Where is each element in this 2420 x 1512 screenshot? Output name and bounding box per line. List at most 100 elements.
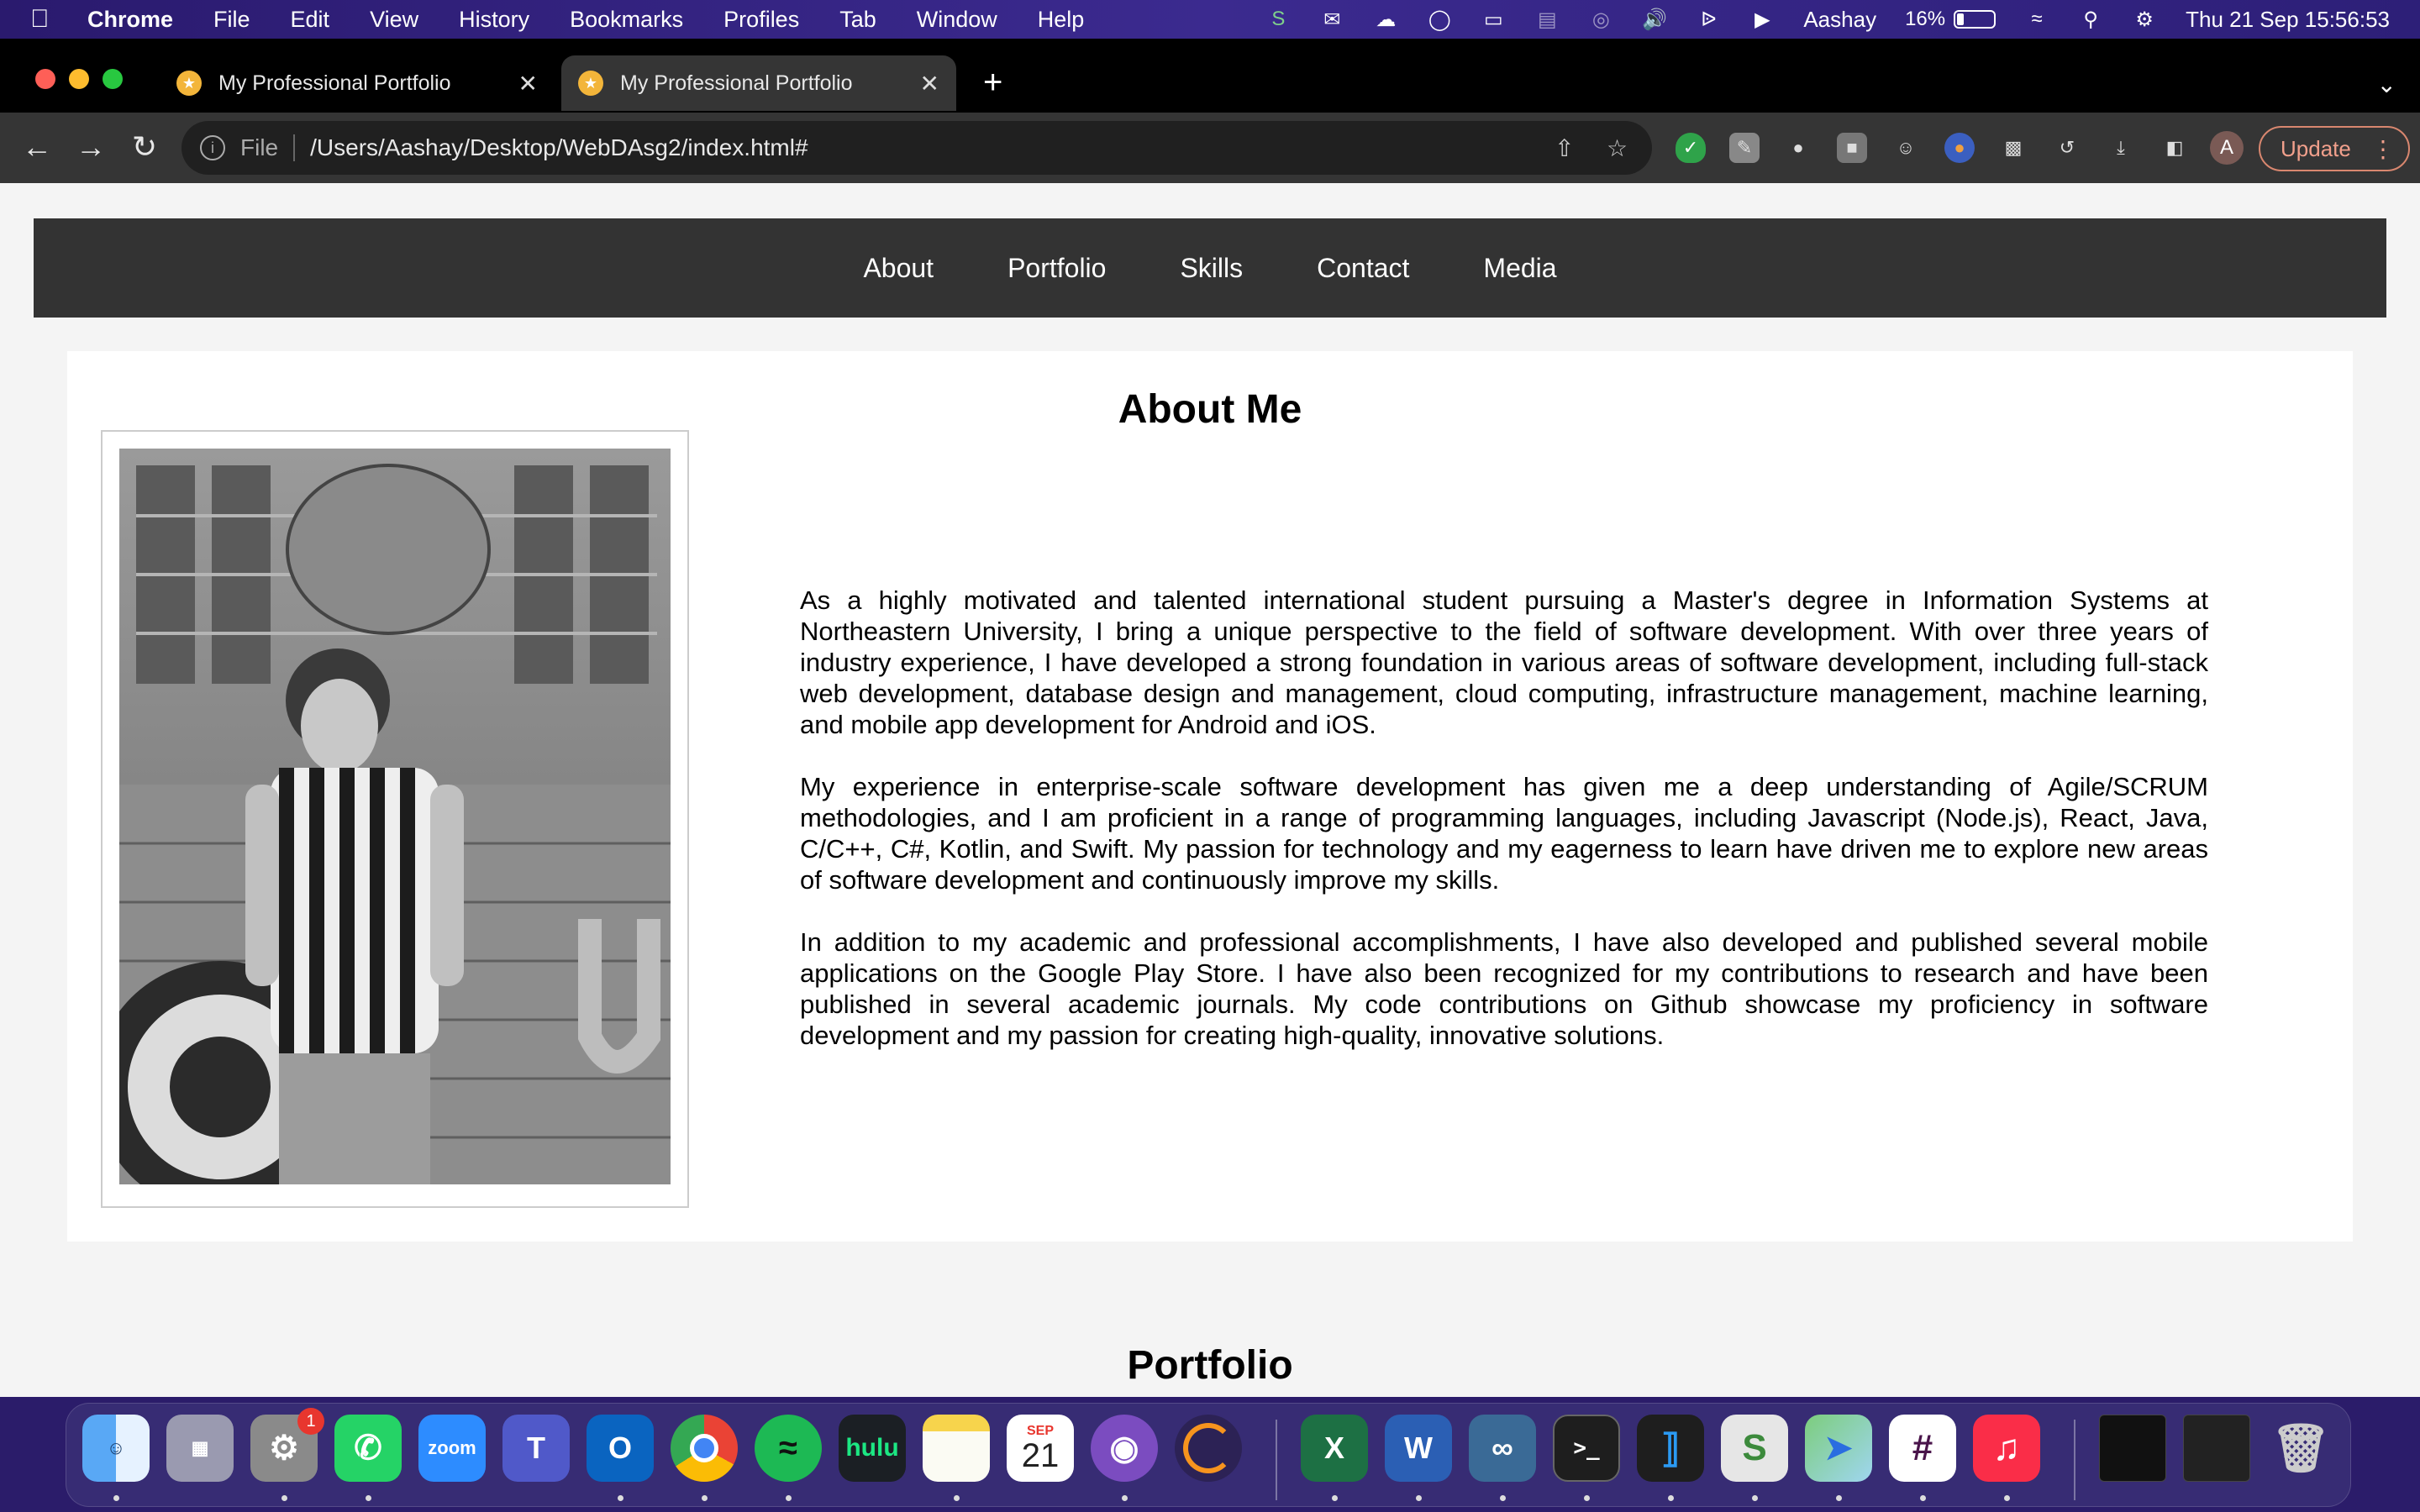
- control-center-icon[interactable]: ⚙: [2132, 7, 2157, 32]
- menu-app-name[interactable]: Chrome: [87, 7, 173, 33]
- volume-icon[interactable]: 🔊: [1642, 7, 1667, 32]
- download-icon[interactable]: ⤓: [2106, 133, 2136, 163]
- battery-icon[interactable]: [1954, 10, 1996, 29]
- now-playing-icon[interactable]: ▶: [1749, 7, 1775, 32]
- chrome-icon[interactable]: [671, 1415, 738, 1482]
- minimized-window-thumbnail[interactable]: [2099, 1415, 2166, 1482]
- running-indicator: [1752, 1495, 1758, 1501]
- word-icon[interactable]: W: [1385, 1415, 1452, 1482]
- github-desktop-icon[interactable]: ◉: [1091, 1415, 1158, 1482]
- battery-percent: 16%: [1905, 8, 1946, 30]
- window-zoom-button[interactable]: [103, 69, 123, 89]
- nav-link-portfolio[interactable]: Portfolio: [1007, 253, 1106, 284]
- site-nav: About Portfolio Skills Contact Media: [34, 218, 2386, 318]
- excel-icon[interactable]: X: [1301, 1415, 1368, 1482]
- menu-edit[interactable]: Edit: [291, 7, 330, 33]
- menu-window[interactable]: Window: [917, 7, 997, 33]
- address-bar[interactable]: i File /Users/Aashay/Desktop/WebDAsg2/in…: [182, 121, 1652, 175]
- running-indicator: [1584, 1495, 1590, 1501]
- stage-manager-icon[interactable]: ▤: [1534, 7, 1560, 32]
- window-close-button[interactable]: [35, 69, 55, 89]
- menu-file[interactable]: File: [213, 7, 250, 33]
- music-icon[interactable]: ♫: [1973, 1415, 2040, 1482]
- teams-icon[interactable]: T: [502, 1415, 570, 1482]
- slack-icon[interactable]: #: [1889, 1415, 1956, 1482]
- site-info-icon[interactable]: i: [200, 135, 225, 160]
- creative-cloud-icon[interactable]: ☁: [1373, 7, 1398, 32]
- apple-icon[interactable]: : [30, 5, 64, 34]
- menu-history[interactable]: History: [459, 7, 529, 33]
- menu-bookmarks[interactable]: Bookmarks: [570, 7, 683, 33]
- adblock-shield-icon[interactable]: ✓: [1676, 133, 1706, 163]
- update-label: Update: [2281, 135, 2351, 161]
- extension-icon[interactable]: ↺: [2052, 133, 2082, 163]
- maps-icon[interactable]: ➤: [1805, 1415, 1872, 1482]
- terminal-icon[interactable]: >_: [1553, 1415, 1620, 1482]
- mysql-workbench-icon[interactable]: ∞: [1469, 1415, 1536, 1482]
- calendar-icon[interactable]: SEP 21: [1007, 1415, 1074, 1482]
- extension-icon[interactable]: ☺: [1891, 133, 1921, 163]
- portfolio-section-title: Portfolio: [1127, 1343, 1293, 1388]
- running-indicator: [1122, 1495, 1128, 1501]
- user-name[interactable]: Aashay: [1803, 7, 1876, 33]
- nav-link-about[interactable]: About: [863, 253, 934, 284]
- browser-tab-1[interactable]: ★ My Professional Portfolio ✕: [160, 55, 555, 111]
- outlook-icon[interactable]: O: [587, 1415, 654, 1482]
- trash-icon[interactable]: 🗑: [2267, 1415, 2334, 1482]
- url-text[interactable]: /Users/Aashay/Desktop/WebDAsg2/index.htm…: [310, 134, 808, 161]
- scrivener-icon[interactable]: S: [1265, 7, 1291, 32]
- wifi-icon[interactable]: ≈: [2024, 7, 2049, 32]
- display-icon[interactable]: ▭: [1481, 7, 1506, 32]
- menu-profiles[interactable]: Profiles: [723, 7, 799, 33]
- eclipse-icon[interactable]: [1175, 1415, 1242, 1482]
- update-button[interactable]: Update ⋮: [2259, 126, 2410, 171]
- bookmark-star-icon[interactable]: ☆: [1607, 134, 1628, 162]
- menu-help[interactable]: Help: [1038, 7, 1085, 33]
- zoom-app-icon[interactable]: zoom: [418, 1415, 486, 1482]
- magnifier-extension-icon[interactable]: ●: [1783, 133, 1813, 163]
- outlook-status-icon[interactable]: ✉: [1319, 7, 1344, 32]
- scrivener-icon[interactable]: S: [1721, 1415, 1788, 1482]
- window-minimize-button[interactable]: [69, 69, 89, 89]
- tab-title: My Professional Portfolio: [218, 71, 451, 95]
- running-indicator: [281, 1495, 287, 1501]
- menu-view[interactable]: View: [370, 7, 418, 33]
- nav-link-contact[interactable]: Contact: [1317, 253, 1409, 284]
- dock-separator: [2074, 1420, 2075, 1500]
- vpn-icon[interactable]: ◯: [1427, 7, 1452, 32]
- extensions-puzzle-icon[interactable]: ▩: [1998, 133, 2028, 163]
- tab-search-chevron-icon[interactable]: ⌄: [2377, 71, 2396, 98]
- nav-link-media[interactable]: Media: [1483, 253, 1556, 284]
- running-indicator: [618, 1495, 623, 1501]
- browser-tab-2-active[interactable]: ★ My Professional Portfolio ✕: [561, 55, 956, 111]
- share-icon[interactable]: ⇧: [1555, 134, 1574, 162]
- notes-icon[interactable]: [923, 1415, 990, 1482]
- new-tab-plus-icon[interactable]: +: [983, 64, 1002, 102]
- launchpad-icon[interactable]: ▦: [166, 1415, 234, 1482]
- minimized-window-thumbnail[interactable]: [2183, 1415, 2250, 1482]
- forward-arrow-icon[interactable]: →: [74, 129, 108, 165]
- airdrop-icon[interactable]: ◎: [1588, 7, 1613, 32]
- tab-close-icon[interactable]: ✕: [518, 70, 538, 97]
- more-menu-icon[interactable]: ⋮: [2371, 135, 2395, 163]
- side-panel-icon[interactable]: ◧: [2160, 133, 2190, 163]
- nav-link-skills[interactable]: Skills: [1180, 253, 1243, 284]
- back-arrow-icon[interactable]: ←: [20, 129, 54, 165]
- bluetooth-icon[interactable]: ᐉ: [1696, 7, 1721, 32]
- extension-icon[interactable]: ✎: [1729, 133, 1760, 163]
- vscode-icon[interactable]: ⟧: [1637, 1415, 1704, 1482]
- profile-avatar[interactable]: A: [2210, 131, 2244, 165]
- tab-close-icon[interactable]: ✕: [920, 70, 939, 97]
- reload-icon[interactable]: ↻: [128, 129, 161, 165]
- running-indicator: [113, 1495, 119, 1501]
- extension-icon[interactable]: ■: [1837, 133, 1867, 163]
- extension-icon[interactable]: ●: [1944, 133, 1975, 163]
- finder-icon[interactable]: ☺: [82, 1415, 150, 1482]
- menu-tab[interactable]: Tab: [839, 7, 876, 33]
- hulu-icon[interactable]: hulu: [839, 1415, 906, 1482]
- spotlight-search-icon[interactable]: ⚲: [2078, 7, 2103, 32]
- running-indicator: [1500, 1495, 1506, 1501]
- whatsapp-icon[interactable]: ✆: [334, 1415, 402, 1482]
- spotify-icon[interactable]: ≈: [755, 1415, 822, 1482]
- clock[interactable]: Thu 21 Sep 15:56:53: [2186, 7, 2390, 33]
